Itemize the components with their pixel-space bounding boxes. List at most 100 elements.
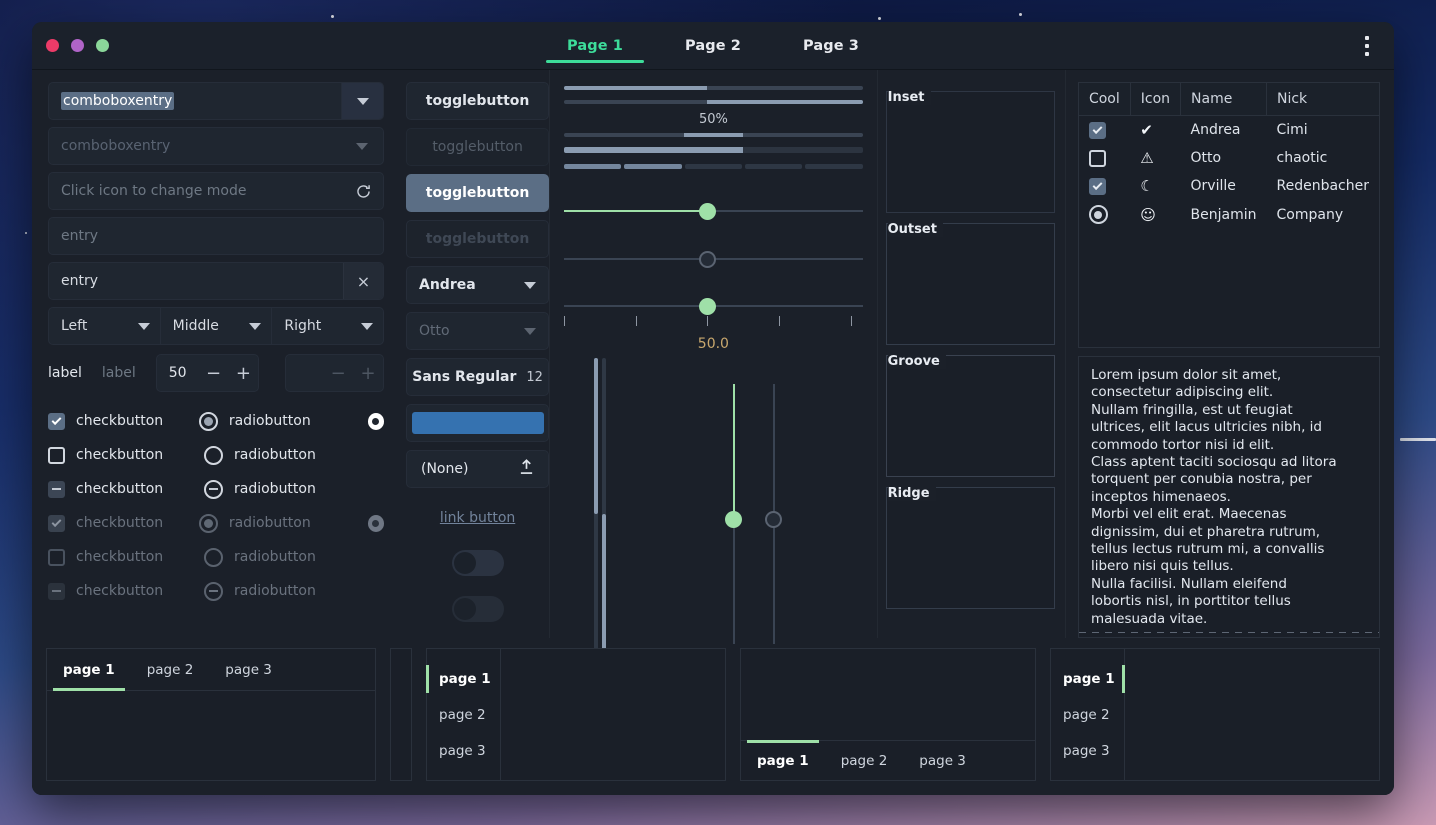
notebook-right-tab-2[interactable]: page 2 bbox=[1051, 697, 1124, 733]
checkbutton-mixed[interactable] bbox=[48, 480, 65, 498]
entry-with-clear[interactable]: entry × bbox=[48, 262, 384, 300]
scale-knob[interactable] bbox=[725, 511, 743, 529]
column-header-nick[interactable]: Nick bbox=[1266, 83, 1379, 116]
switch-toggle-1[interactable] bbox=[451, 550, 504, 576]
radiobutton-selected[interactable] bbox=[198, 411, 218, 431]
entry-empty[interactable]: entry bbox=[48, 217, 384, 255]
comboboxentry-active-text[interactable]: comboboxentry bbox=[49, 92, 341, 110]
scale-horizontal-marks[interactable] bbox=[564, 294, 863, 326]
spinbutton-disabled-increment: + bbox=[360, 362, 376, 384]
notebook-top-tab-2[interactable]: page 2 bbox=[131, 649, 210, 690]
cell-name: Orville bbox=[1190, 178, 1236, 194]
align-combo-group: Left Middle Right bbox=[48, 307, 385, 345]
close-window-button[interactable] bbox=[46, 39, 59, 52]
radiobutton-selected-disabled bbox=[198, 513, 218, 533]
check-circle-icon: ✔︎ bbox=[1140, 121, 1153, 139]
table-row[interactable]: ☾ Orville Redenbacher bbox=[1079, 172, 1379, 200]
combo-right[interactable]: Right bbox=[272, 307, 385, 345]
combo-left-label: Left bbox=[61, 318, 88, 334]
scale-knob[interactable] bbox=[699, 251, 717, 268]
minimize-window-button[interactable] bbox=[71, 39, 84, 52]
notebook-left-tab-1[interactable]: page 1 bbox=[426, 661, 500, 697]
scale-knob[interactable] bbox=[699, 203, 717, 220]
star bbox=[1019, 13, 1022, 16]
spinbutton-increment[interactable]: + bbox=[228, 355, 258, 391]
scale-horizontal-green[interactable] bbox=[564, 199, 863, 225]
radiobutton-unselected[interactable] bbox=[204, 445, 223, 465]
comboboxentry-disabled: comboboxentry bbox=[48, 127, 384, 165]
notebook-bottom-tab-3[interactable]: page 3 bbox=[903, 741, 982, 780]
tab-page-3[interactable]: Page 3 bbox=[772, 22, 890, 69]
combobox-andrea-label: Andrea bbox=[419, 277, 476, 293]
spinbutton-decrement[interactable]: − bbox=[199, 355, 229, 391]
cell-cool[interactable] bbox=[1079, 200, 1130, 229]
top-area: comboboxentry comboboxentry Click icon t… bbox=[32, 70, 1394, 658]
comboboxentry-active[interactable]: comboboxentry bbox=[48, 82, 384, 120]
frame-ridge-title: Ridge bbox=[887, 486, 936, 501]
row-checkbox-unchecked[interactable] bbox=[1088, 149, 1106, 167]
notebook-right-tab-3[interactable]: page 3 bbox=[1051, 733, 1124, 769]
notebook-top-tab-1[interactable]: page 1 bbox=[47, 649, 131, 691]
row-radio-selected[interactable] bbox=[1088, 205, 1108, 224]
combo-middle[interactable]: Middle bbox=[160, 307, 273, 345]
column-header-cool[interactable]: Cool bbox=[1078, 83, 1131, 116]
notebook-tabs-top: page 1 page 2 page 3 bbox=[46, 648, 376, 781]
spinbutton[interactable]: 50 − + bbox=[155, 354, 260, 392]
column-header-icon[interactable]: Icon bbox=[1130, 83, 1182, 116]
scale-knob[interactable] bbox=[699, 298, 717, 315]
text-view[interactable]: Lorem ipsum dolor sit amet, consectetur … bbox=[1077, 356, 1380, 638]
radiobutton-small-selected[interactable] bbox=[367, 412, 384, 430]
monkey-icon: ☺︎ bbox=[1140, 205, 1156, 224]
mode-entry-row: Click icon to change mode bbox=[48, 172, 384, 210]
row-checkbox-checked[interactable] bbox=[1088, 121, 1106, 139]
scale-knob[interactable] bbox=[765, 511, 783, 529]
radiobutton-mixed[interactable] bbox=[204, 479, 223, 499]
combo-left[interactable]: Left bbox=[48, 307, 161, 345]
levelbar-segment bbox=[624, 164, 682, 169]
scale-vertical-hollow[interactable] bbox=[764, 384, 784, 644]
color-chooser-button[interactable] bbox=[406, 404, 550, 442]
comboboxentry-dropdown-button[interactable] bbox=[341, 83, 383, 119]
scale-vertical-green[interactable] bbox=[724, 384, 744, 644]
spinbutton-value[interactable]: 50 bbox=[157, 355, 199, 391]
checkbutton-unchecked[interactable] bbox=[48, 446, 65, 464]
text-view-bottom-divider bbox=[1078, 632, 1379, 633]
table-row[interactable]: ☺︎ Benjamin Company bbox=[1079, 200, 1379, 229]
mode-entry[interactable]: Click icon to change mode bbox=[48, 172, 384, 210]
refresh-icon[interactable] bbox=[343, 173, 383, 209]
progressbar-vertical-2-fill bbox=[602, 514, 607, 658]
file-chooser-button[interactable]: (None) bbox=[406, 450, 550, 488]
cell-cool[interactable] bbox=[1079, 144, 1130, 172]
scale-horizontal-hollow[interactable] bbox=[564, 247, 863, 273]
checkbutton-checked[interactable] bbox=[48, 412, 65, 430]
overflow-menu-icon[interactable] bbox=[1356, 32, 1378, 60]
togglebutton-normal[interactable]: togglebutton bbox=[406, 82, 550, 120]
scale-value-label: 50.0 bbox=[697, 336, 729, 352]
notebook-right-tab-1[interactable]: page 1 bbox=[1051, 661, 1125, 697]
notebook-bottom-tab-2[interactable]: page 2 bbox=[825, 741, 904, 780]
tree-view[interactable]: Cool Icon Name Nick ✔︎ Andrea Cimi ⚠︎ Ot… bbox=[1077, 82, 1380, 348]
tab-page-2[interactable]: Page 2 bbox=[654, 22, 772, 69]
notebook-right-tab-3-label: page 3 bbox=[1063, 743, 1110, 759]
row-checkbox-checked[interactable] bbox=[1088, 177, 1106, 195]
combobox-andrea[interactable]: Andrea bbox=[406, 266, 550, 304]
dash-icon bbox=[52, 590, 61, 592]
combo-right-label: Right bbox=[284, 318, 322, 334]
column-header-name[interactable]: Name bbox=[1180, 83, 1267, 116]
tab-page-1[interactable]: Page 1 bbox=[536, 22, 654, 69]
table-row[interactable]: ⚠︎ Otto chaotic bbox=[1079, 144, 1379, 172]
font-chooser-button[interactable]: Sans Regular 12 bbox=[406, 358, 550, 396]
notebook-left-tab-2[interactable]: page 2 bbox=[427, 697, 500, 733]
notebook-bottom-tab-1[interactable]: page 1 bbox=[741, 740, 825, 780]
maximize-window-button[interactable] bbox=[96, 39, 109, 52]
clear-icon[interactable]: × bbox=[343, 263, 383, 299]
progressbar-vertical-1-fill bbox=[594, 358, 599, 514]
togglebutton-active[interactable]: togglebutton bbox=[406, 174, 550, 212]
chevron-down-icon bbox=[137, 322, 150, 330]
table-row[interactable]: ✔︎ Andrea Cimi bbox=[1079, 116, 1379, 145]
cell-cool[interactable] bbox=[1079, 172, 1130, 200]
cell-cool[interactable] bbox=[1079, 116, 1130, 145]
link-button[interactable]: link button bbox=[406, 510, 549, 526]
notebook-left-tab-3[interactable]: page 3 bbox=[427, 733, 500, 769]
notebook-top-tab-3[interactable]: page 3 bbox=[209, 649, 288, 690]
